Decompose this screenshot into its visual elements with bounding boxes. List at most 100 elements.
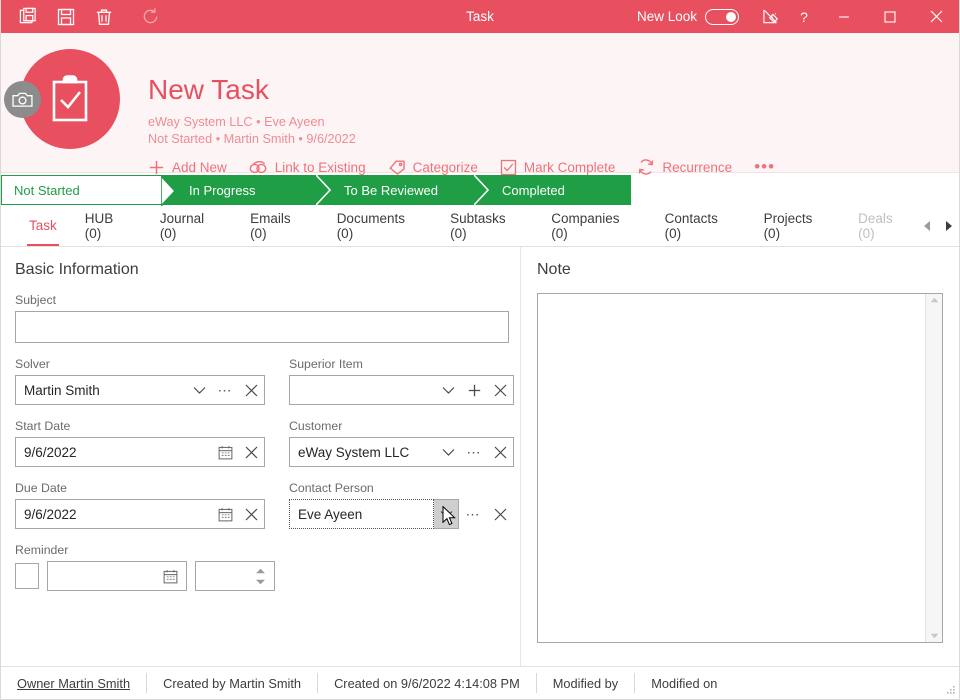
delete-icon[interactable]	[87, 2, 121, 32]
more-actions-button[interactable]: •••	[754, 158, 775, 175]
customer-combo[interactable]: eWay System LLC ⋯	[289, 437, 514, 467]
footer-created-on: Created on 9/6/2022 4:14:08 PM	[334, 675, 520, 691]
note-scrollbar[interactable]	[925, 294, 942, 642]
tab-subtasks[interactable]: Subtasks (0)	[436, 205, 537, 246]
note-box	[537, 293, 943, 643]
tab-task[interactable]: Task	[15, 205, 71, 246]
field-superior-item: Superior Item	[289, 357, 514, 405]
field-reminder: Reminder	[15, 543, 521, 591]
contact-person-combo: Eve Ayeen ⋯	[289, 499, 514, 529]
footer-modified-on: Modified on	[651, 675, 718, 691]
reminder-date-input[interactable]	[47, 561, 187, 591]
start-date-calendar-icon[interactable]	[212, 438, 238, 466]
tab-emails[interactable]: Emails (0)	[236, 205, 323, 246]
due-date-label: Due Date	[15, 481, 67, 495]
tabs-scroll-left-icon[interactable]	[917, 220, 937, 232]
tab-projects[interactable]: Projects (0)	[750, 205, 845, 246]
minimize-button[interactable]	[821, 0, 867, 33]
refresh-icon[interactable]	[133, 2, 167, 32]
customer-chevron-down-icon[interactable]	[435, 438, 461, 466]
maximize-button[interactable]	[867, 0, 913, 33]
reminder-checkbox[interactable]	[15, 563, 39, 589]
stepper-down-icon[interactable]	[255, 579, 266, 585]
contact-person-label: Contact Person	[289, 481, 374, 495]
tabs-scroll-right-icon[interactable]	[939, 220, 959, 232]
add-new-button[interactable]: Add New	[148, 159, 249, 176]
solver-chevron-down-icon[interactable]	[186, 376, 212, 404]
superior-item-add-icon[interactable]	[461, 376, 487, 404]
note-textarea[interactable]	[538, 294, 925, 642]
status-step-not-started[interactable]: Not Started	[1, 175, 176, 206]
status-step-in-progress[interactable]: In Progress	[161, 175, 331, 205]
link-to-existing-label: Link to Existing	[274, 159, 366, 175]
field-subject: Subject	[15, 293, 521, 343]
toggle-knob	[726, 11, 736, 22]
save-copy-icon[interactable]	[11, 2, 45, 32]
add-new-label: Add New	[172, 159, 227, 175]
contact-person-chevron-down-icon[interactable]	[434, 499, 460, 529]
tab-documents[interactable]: Documents (0)	[323, 205, 436, 246]
header-text: New Task eWay System LLC • Eve Ayeen Not…	[148, 43, 775, 176]
superior-item-chevron-down-icon[interactable]	[435, 376, 461, 404]
stepper-up-icon[interactable]	[255, 568, 266, 574]
ruler-icon[interactable]	[753, 0, 787, 33]
status-step-to-be-reviewed[interactable]: To Be Reviewed	[316, 175, 489, 205]
camera-icon[interactable]	[4, 81, 41, 118]
field-customer: Customer eWay System LLC ⋯	[289, 419, 514, 467]
subject-input[interactable]	[15, 311, 509, 343]
due-date-input[interactable]: 9/6/2022	[15, 499, 265, 529]
save-icon[interactable]	[49, 2, 83, 32]
reminder-time-stepper[interactable]	[195, 561, 275, 591]
plus-icon	[149, 160, 164, 174]
superior-item-clear-icon[interactable]	[487, 376, 513, 404]
customer-label: Customer	[289, 419, 343, 433]
due-date-clear-icon[interactable]	[238, 500, 264, 528]
help-icon[interactable]: ?	[787, 0, 821, 33]
tab-scroll-controls	[917, 205, 959, 246]
start-date-label: Start Date	[15, 419, 71, 433]
contact-person-clear-icon[interactable]	[487, 499, 514, 529]
status-bar: Owner Martin Smith Created by Martin Smi…	[1, 666, 959, 699]
contact-person-value: Eve Ayeen	[298, 506, 363, 522]
contact-person-more-icon[interactable]: ⋯	[459, 499, 486, 529]
note-pane: Note	[521, 247, 959, 666]
link-to-existing-button[interactable]: Link to Existing	[249, 160, 388, 175]
resize-grip-icon[interactable]	[944, 685, 956, 697]
solver-clear-icon[interactable]	[238, 376, 264, 404]
customer-more-icon[interactable]: ⋯	[461, 438, 487, 466]
checkbox-icon	[500, 159, 517, 175]
status-step-label: To Be Reviewed	[344, 182, 438, 198]
scroll-down-icon[interactable]	[930, 633, 939, 639]
field-due-date: Due Date 9/6/2022	[15, 481, 265, 529]
subject-label: Subject	[15, 293, 57, 307]
field-contact-person: Contact Person Eve Ayeen ⋯	[289, 481, 514, 529]
link-icon	[249, 160, 267, 173]
solver-combo[interactable]: Martin Smith ⋯	[15, 375, 265, 405]
due-date-calendar-icon[interactable]	[212, 500, 238, 528]
solver-value: Martin Smith	[24, 382, 100, 398]
status-step-completed[interactable]: Completed	[474, 175, 631, 205]
tab-deals[interactable]: Deals (0)	[844, 205, 915, 246]
recurrence-button[interactable]: Recurrence	[637, 158, 754, 176]
close-button[interactable]	[913, 0, 959, 33]
tab-contacts[interactable]: Contacts (0)	[651, 205, 750, 246]
tab-companies[interactable]: Companies (0)	[537, 205, 650, 246]
solver-more-icon[interactable]: ⋯	[212, 376, 238, 404]
header-meta-line-2: Not Started • Martin Smith • 9/6/2022	[148, 132, 356, 146]
footer-owner[interactable]: Owner Martin Smith	[1, 667, 146, 699]
contact-person-input[interactable]: Eve Ayeen	[289, 499, 434, 529]
form-body: Basic Information Subject Solver Martin …	[1, 247, 959, 666]
start-date-clear-icon[interactable]	[238, 438, 264, 466]
field-start-date: Start Date 9/6/2022	[15, 419, 265, 467]
new-look-toggle[interactable]	[705, 8, 739, 25]
superior-item-combo[interactable]	[289, 375, 514, 405]
customer-clear-icon[interactable]	[487, 438, 513, 466]
tab-hub[interactable]: HUB (0)	[71, 205, 146, 246]
scroll-up-icon[interactable]	[930, 297, 939, 303]
tab-journal[interactable]: Journal (0)	[146, 205, 236, 246]
categorize-button[interactable]: Categorize	[388, 158, 500, 176]
mark-complete-button[interactable]: Mark Complete	[500, 159, 638, 176]
titlebar-right: New Look ?	[637, 0, 959, 33]
start-date-input[interactable]: 9/6/2022	[15, 437, 265, 467]
reminder-calendar-icon[interactable]	[163, 569, 178, 584]
